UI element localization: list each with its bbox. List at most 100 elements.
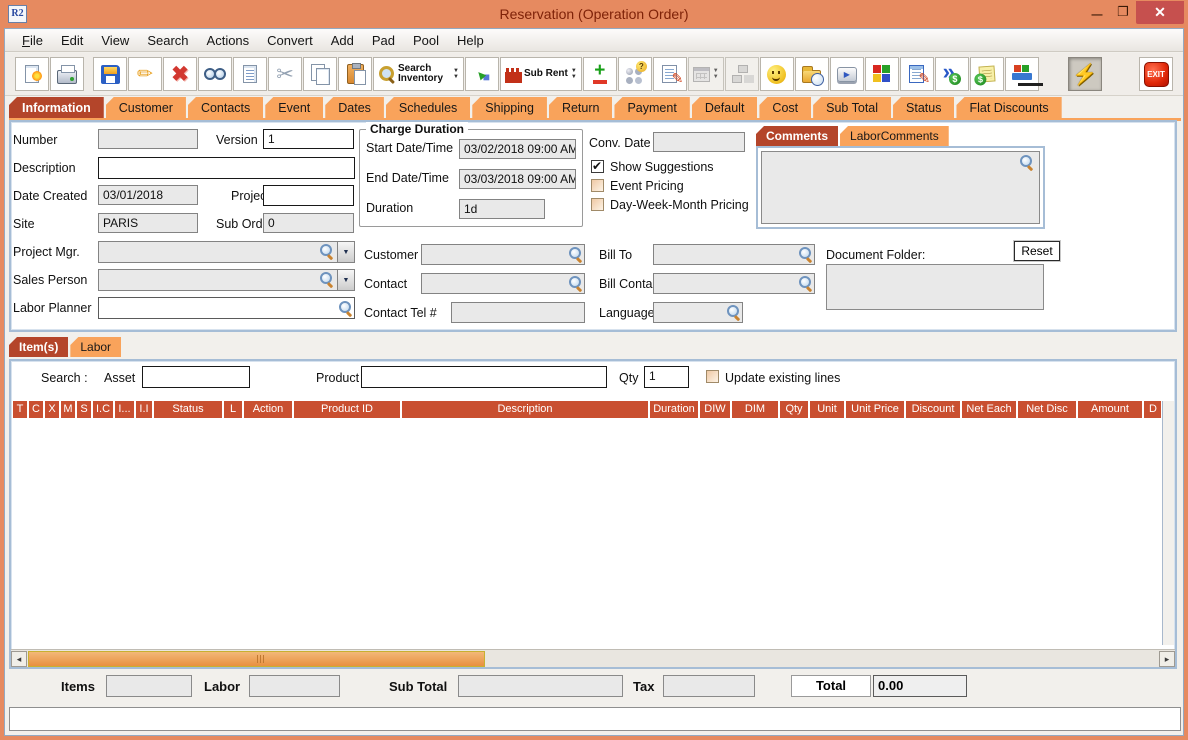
column-header[interactable]: Amount xyxy=(1078,401,1142,418)
org-chart-button[interactable] xyxy=(724,57,759,91)
menu-add[interactable]: Add xyxy=(322,30,363,51)
modules-button[interactable] xyxy=(864,57,899,91)
description-field[interactable] xyxy=(98,157,355,179)
tab-information[interactable]: Information xyxy=(9,97,104,119)
project-field[interactable] xyxy=(263,185,354,206)
column-header[interactable]: Net Disc xyxy=(1018,401,1076,418)
show-suggestions-checkbox[interactable] xyxy=(591,159,604,173)
menu-help[interactable]: Help xyxy=(448,30,493,51)
column-header[interactable]: C xyxy=(29,401,43,418)
tab-labor-comments[interactable]: LaborComments xyxy=(840,126,949,146)
sales-person-combo[interactable] xyxy=(98,269,355,291)
tab-sub-total[interactable]: Sub Total xyxy=(813,97,892,119)
labor-planner-search-icon[interactable] xyxy=(337,300,353,316)
bill-to-field[interactable] xyxy=(653,244,815,265)
sub-rent-button[interactable]: Sub Rent xyxy=(499,57,582,91)
exit-button[interactable]: EXIT xyxy=(1139,57,1173,91)
notes-button[interactable] xyxy=(652,57,687,91)
tab-return[interactable]: Return xyxy=(548,97,613,119)
tab-shipping[interactable]: Shipping xyxy=(472,97,547,119)
column-header[interactable]: T xyxy=(13,401,27,418)
column-header[interactable]: I.C xyxy=(93,401,113,418)
search-inventory-button[interactable]: Search Inventory xyxy=(373,57,464,91)
customer-search-icon[interactable] xyxy=(567,246,583,262)
paste-button[interactable] xyxy=(338,57,372,91)
tab-flat-discounts[interactable]: Flat Discounts xyxy=(956,97,1062,119)
column-header[interactable]: Action xyxy=(244,401,292,418)
tab-labor[interactable]: Labor xyxy=(70,337,122,357)
column-header[interactable]: Description xyxy=(402,401,648,418)
menu-edit[interactable]: Edit xyxy=(52,30,92,51)
column-header[interactable]: Unit Price xyxy=(846,401,904,418)
column-header[interactable]: L xyxy=(224,401,242,418)
project-mgr-search-icon[interactable] xyxy=(318,243,334,259)
quick-action-button[interactable] xyxy=(1067,57,1102,91)
maximize-button[interactable] xyxy=(1110,0,1136,24)
language-field[interactable] xyxy=(653,302,743,323)
copy-order-button[interactable] xyxy=(233,57,267,91)
update-existing-lines-checkbox[interactable] xyxy=(706,370,719,383)
column-header[interactable]: M xyxy=(61,401,75,418)
items-vertical-scrollbar[interactable] xyxy=(1162,401,1174,645)
column-header[interactable]: Status xyxy=(154,401,222,418)
asset-input[interactable] xyxy=(142,366,250,388)
column-header[interactable]: Product ID xyxy=(294,401,400,418)
reset-button[interactable]: Reset xyxy=(1013,240,1061,262)
tab-comments[interactable]: Comments xyxy=(756,126,839,146)
billing-notes-button[interactable] xyxy=(969,57,1004,91)
day-week-month-pricing-checkbox[interactable] xyxy=(591,198,604,211)
customer-field[interactable] xyxy=(421,244,585,265)
cut-button[interactable] xyxy=(268,57,302,91)
customer-service-button[interactable] xyxy=(759,57,794,91)
tab-dates[interactable]: Dates xyxy=(325,97,384,119)
bill-contact-field[interactable] xyxy=(653,273,815,294)
scroll-left-arrow[interactable] xyxy=(11,651,27,667)
menu-pool[interactable]: Pool xyxy=(404,30,448,51)
menu-search[interactable]: Search xyxy=(138,30,197,51)
column-header[interactable]: S xyxy=(77,401,91,418)
language-search-icon[interactable] xyxy=(725,304,741,320)
column-header[interactable]: Duration xyxy=(650,401,698,418)
calendar-button[interactable] xyxy=(687,57,724,91)
contact-search-icon[interactable] xyxy=(567,275,583,291)
tab-event[interactable]: Event xyxy=(265,97,324,119)
column-header[interactable]: DIW xyxy=(700,401,730,418)
tab-payment[interactable]: Payment xyxy=(614,97,690,119)
column-header[interactable]: X xyxy=(45,401,59,418)
project-mgr-dropdown[interactable] xyxy=(337,242,354,262)
qty-input[interactable]: 1 xyxy=(644,366,689,388)
items-table-body[interactable] xyxy=(13,419,1161,645)
column-header[interactable]: Qty xyxy=(780,401,808,418)
column-header[interactable]: Net Each xyxy=(962,401,1016,418)
sales-person-search-icon[interactable] xyxy=(318,271,334,287)
shortcut-key-button[interactable] xyxy=(829,57,864,91)
edit-document-button[interactable] xyxy=(899,57,934,91)
edit-button[interactable] xyxy=(128,57,162,91)
menu-view[interactable]: View xyxy=(92,30,138,51)
menu-file[interactable]: File xyxy=(13,30,52,51)
column-header[interactable]: I... xyxy=(115,401,134,418)
contact-field[interactable] xyxy=(421,273,585,294)
transfer-charges-button[interactable] xyxy=(934,57,969,91)
copy-button[interactable] xyxy=(303,57,337,91)
tab-schedules[interactable]: Schedules xyxy=(385,97,471,119)
sales-person-dropdown[interactable] xyxy=(337,270,354,290)
availability-button[interactable] xyxy=(617,57,652,91)
find-button[interactable] xyxy=(198,57,232,91)
minimize-button[interactable] xyxy=(1084,0,1110,24)
bill-contact-search-icon[interactable] xyxy=(797,275,813,291)
add-remove-button[interactable] xyxy=(582,57,617,91)
save-button[interactable] xyxy=(93,57,127,91)
tab-contacts[interactable]: Contacts xyxy=(187,97,264,119)
column-header[interactable]: Unit xyxy=(810,401,844,418)
column-header[interactable]: DIM xyxy=(732,401,778,418)
tab-cost[interactable]: Cost xyxy=(759,97,812,119)
tab-default[interactable]: Default xyxy=(691,97,758,119)
version-field[interactable]: 1 xyxy=(263,129,354,149)
menu-pad[interactable]: Pad xyxy=(363,30,404,51)
scroll-right-arrow[interactable] xyxy=(1159,651,1175,667)
comments-search-icon[interactable] xyxy=(1018,154,1036,172)
product-input[interactable] xyxy=(361,366,607,388)
column-header[interactable]: I.I xyxy=(136,401,152,418)
new-button[interactable] xyxy=(15,57,49,91)
